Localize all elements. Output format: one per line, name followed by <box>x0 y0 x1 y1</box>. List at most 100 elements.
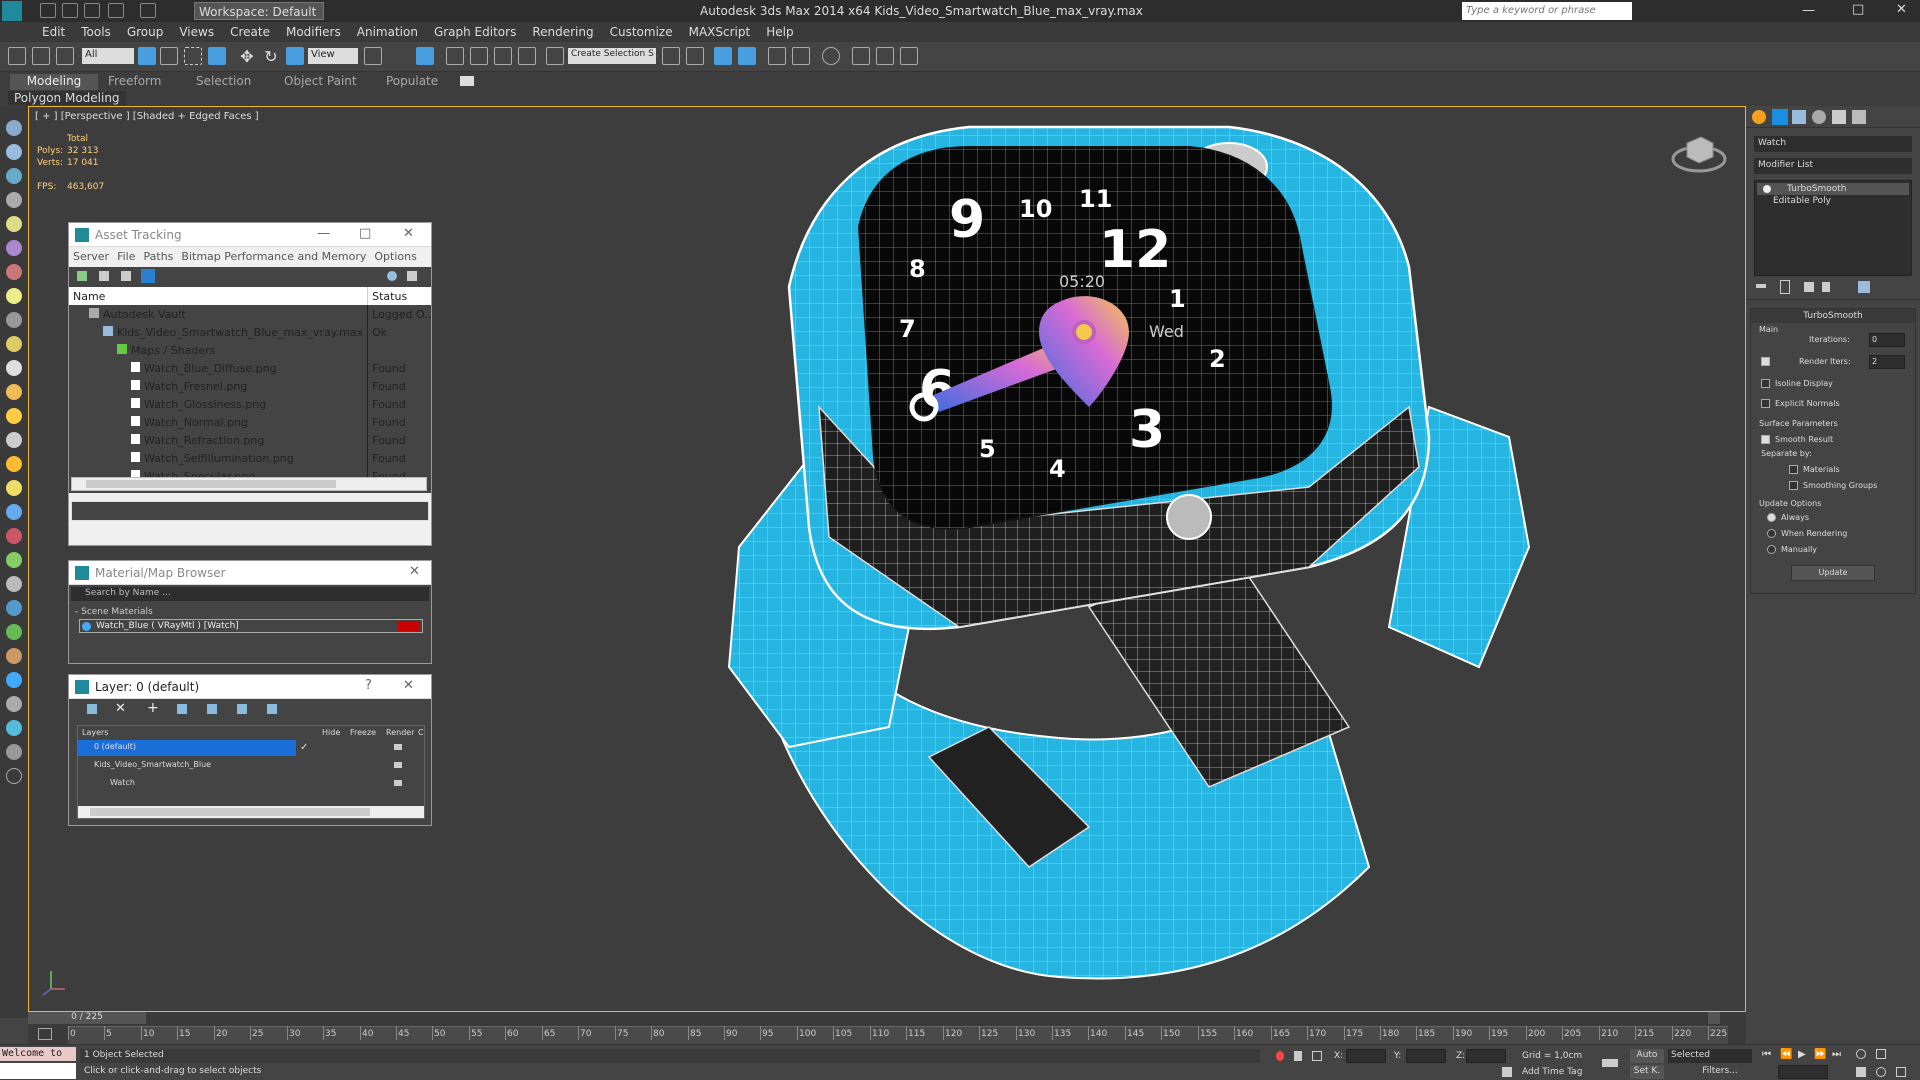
mirror-icon[interactable] <box>662 47 680 65</box>
motion-tab-icon[interactable] <box>1812 110 1826 124</box>
material-editor-icon[interactable] <box>822 47 840 65</box>
materials-checkbox[interactable] <box>1789 465 1798 474</box>
menu-server[interactable]: Server <box>73 250 109 263</box>
column-header-name[interactable]: Name <box>69 287 369 305</box>
update-button[interactable]: Update <box>1791 565 1875 581</box>
helpers-icon[interactable] <box>6 336 22 352</box>
tab-modeling[interactable]: Modeling <box>10 74 98 90</box>
lock-icon[interactable] <box>1294 1051 1302 1061</box>
active-layer-check-icon[interactable]: ✓ <box>300 742 308 753</box>
asset-tracking-titlebar[interactable]: Asset Tracking — □ ✕ <box>69 223 431 247</box>
absolute-mode-icon[interactable] <box>1312 1051 1322 1061</box>
paint-icon[interactable] <box>6 528 22 544</box>
ribbon-options-icon[interactable] <box>460 76 474 86</box>
undo-icon[interactable] <box>108 3 124 18</box>
viewcube[interactable] <box>1669 127 1729 177</box>
table-row[interactable]: Watch_Blue_Diffuse.png Found <box>69 359 431 377</box>
minimize-icon[interactable]: — <box>1802 3 1815 18</box>
time-slider[interactable]: 0 / 225 <box>28 1012 146 1024</box>
go-to-end-icon[interactable]: ⏭ <box>1832 1049 1841 1060</box>
utilities-icon[interactable] <box>6 240 22 256</box>
add-time-tag[interactable]: Add Time Tag <box>1522 1067 1582 1077</box>
make-unique-icon[interactable] <box>1804 282 1814 292</box>
c-column-header[interactable]: C <box>418 728 424 737</box>
material-item[interactable]: Watch_Blue ( VRayMtl ) [Watch] <box>79 619 423 633</box>
maxscript-listener[interactable]: Welcome to <box>0 1047 76 1061</box>
menu-create[interactable]: Create <box>222 22 278 39</box>
delete-layer-icon[interactable]: ✕ <box>115 701 126 716</box>
spacewarps-icon[interactable] <box>6 360 22 376</box>
list-icon[interactable] <box>99 271 109 281</box>
freeze-all-icon[interactable] <box>267 704 277 714</box>
gear-icon[interactable] <box>6 696 22 712</box>
lock-selection-icon[interactable] <box>1276 1051 1284 1061</box>
app-logo-icon[interactable] <box>2 1 22 21</box>
table-row[interactable]: Watch_SelfIllumination.png Found <box>69 449 431 467</box>
close-icon[interactable]: ✕ <box>403 678 414 693</box>
layer-row-watch[interactable]: Watch <box>78 774 424 792</box>
hierarchy-icon[interactable] <box>6 168 22 184</box>
select-manipulate-icon[interactable] <box>416 47 434 65</box>
next-frame-icon[interactable] <box>1708 1012 1720 1024</box>
rendered-frame-icon[interactable] <box>876 47 894 65</box>
time-tag-icon[interactable] <box>1502 1067 1512 1077</box>
systems-icon[interactable] <box>6 384 22 400</box>
layer-manager-titlebar[interactable]: Layer: 0 (default) ? ✕ <box>69 675 431 699</box>
workspace-dropdown[interactable]: Workspace: Default <box>194 2 324 20</box>
brush-icon[interactable] <box>6 648 22 664</box>
asset-path-field[interactable] <box>71 501 429 521</box>
help-icon[interactable]: ? <box>365 678 372 693</box>
mesh-icon[interactable] <box>6 720 22 736</box>
menu-tools[interactable]: Tools <box>73 22 119 39</box>
render-toggle-icon[interactable] <box>394 744 402 750</box>
column-header-status[interactable]: Status <box>367 287 431 305</box>
highlight-layer-icon[interactable] <box>207 704 217 714</box>
menu-edit[interactable]: Edit <box>34 22 73 39</box>
table-row[interactable]: Watch_Glossiness.png Found <box>69 395 431 413</box>
orbit-icon[interactable] <box>1876 1067 1886 1077</box>
key-filters-button[interactable]: Filters... <box>1690 1065 1750 1079</box>
move-icon[interactable]: ✥ <box>238 47 256 66</box>
layers-column-header[interactable]: Layers <box>82 728 108 737</box>
watch-model[interactable]: 12 1 2 3 4 5 6 7 8 9 10 11 05:20 Wed <box>669 107 1649 1007</box>
add-to-layer-icon[interactable]: + <box>147 700 159 716</box>
lights-icon[interactable] <box>6 288 22 304</box>
modify-icon[interactable] <box>6 144 22 160</box>
particles-icon[interactable] <box>6 504 22 520</box>
set-key-button[interactable]: Set K. <box>1630 1065 1664 1079</box>
key-filter-dropdown[interactable]: Selected <box>1668 1049 1752 1063</box>
render-production-icon[interactable] <box>900 47 918 65</box>
modify-tab-icon[interactable] <box>1772 109 1788 125</box>
go-to-start-icon[interactable]: ⏮ <box>1762 1049 1771 1060</box>
shapes-icon[interactable] <box>6 264 22 280</box>
refresh-icon[interactable] <box>77 271 87 281</box>
manually-radio[interactable] <box>1767 545 1776 554</box>
close-icon[interactable]: ✕ <box>1896 2 1907 17</box>
modifier-list-dropdown[interactable]: Modifier List <box>1754 158 1912 174</box>
utilities-tab-icon[interactable] <box>1852 110 1866 124</box>
smoothing-groups-checkbox[interactable] <box>1789 481 1798 490</box>
scale-icon[interactable] <box>286 47 304 65</box>
create-tab-icon[interactable] <box>1752 110 1766 124</box>
tab-object-paint[interactable]: Object Paint <box>284 74 357 88</box>
help-icon[interactable] <box>6 768 22 784</box>
always-radio[interactable] <box>1767 513 1776 522</box>
prev-frame-icon[interactable]: ⏪ <box>1780 1049 1792 1060</box>
world-icon[interactable] <box>6 672 22 688</box>
isoline-checkbox[interactable] <box>1761 379 1770 388</box>
select-object-icon[interactable] <box>138 47 156 65</box>
cameras-icon[interactable] <box>6 312 22 328</box>
scrollbar-thumb[interactable] <box>86 480 336 488</box>
menu-rendering[interactable]: Rendering <box>524 22 601 39</box>
horizontal-scrollbar[interactable] <box>71 477 427 491</box>
spinner-snap-icon[interactable] <box>518 47 536 65</box>
material-search-input[interactable]: Search by Name ... <box>71 587 429 601</box>
next-frame-icon[interactable]: ⏩ <box>1814 1049 1826 1060</box>
hide-all-icon[interactable] <box>237 704 247 714</box>
table-row[interactable]: Maps / Shaders <box>69 341 431 359</box>
render-setup-icon[interactable] <box>852 47 870 65</box>
table-row[interactable]: Watch_Fresnel.png Found <box>69 377 431 395</box>
render-column-header[interactable]: Render <box>386 728 414 737</box>
z-coordinate-field[interactable] <box>1466 1049 1506 1063</box>
x-coordinate-field[interactable] <box>1346 1049 1386 1063</box>
